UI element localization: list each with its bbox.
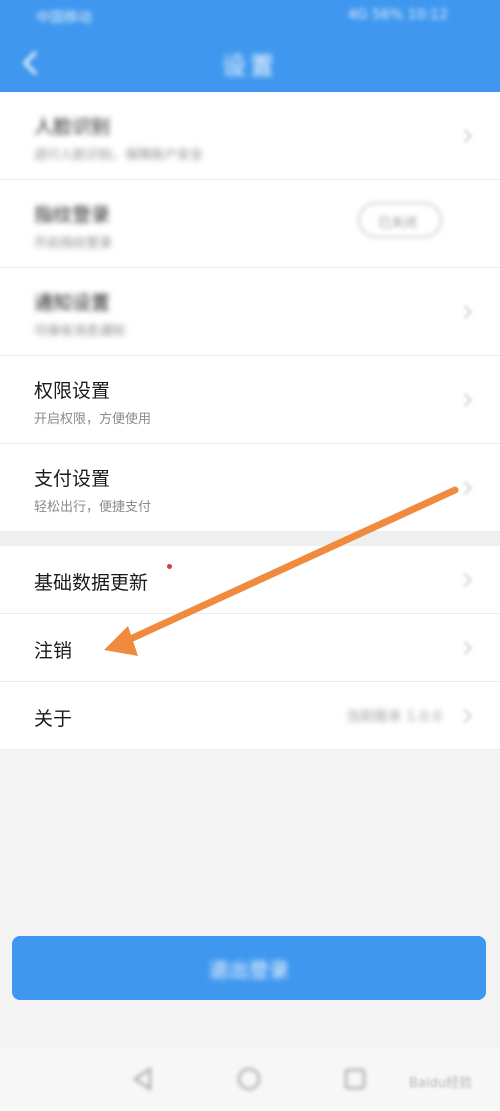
setting-notifications[interactable]: 通知设置 可接收消息通知 (0, 268, 500, 356)
page-title: 设置 (222, 52, 278, 80)
setting-description: 进行人脸识别，保障账户安全 (34, 148, 204, 163)
carrier-text: 中国移动 (36, 10, 92, 26)
setting-description: 轻松出行，便捷支付 (34, 500, 152, 515)
chevron-right-icon (457, 480, 473, 495)
setting-payment[interactable]: 支付设置 轻松出行，便捷支付 (0, 444, 500, 532)
circle-home-icon[interactable] (236, 1066, 262, 1092)
setting-label: 权限设置 (34, 380, 111, 402)
setting-permissions[interactable]: 权限设置 开启权限，方便使用 (0, 356, 500, 444)
fingerprint-toggle[interactable]: 已关闭 (358, 202, 442, 238)
settings-section-main: 人脸识别 进行人脸识别，保障账户安全 指纹登录 开启指纹登录 已关闭 通知设置 … (0, 92, 500, 532)
setting-description: 开启指纹登录 (34, 236, 113, 251)
watermark: Baidu经验 (409, 1076, 472, 1091)
chevron-right-icon (457, 392, 473, 407)
logout-button[interactable]: 退出登录 (12, 936, 486, 1000)
chevron-right-icon (457, 304, 473, 319)
setting-label: 支付设置 (34, 468, 111, 490)
square-recent-icon[interactable] (342, 1066, 368, 1092)
section-divider (0, 532, 500, 546)
toggle-label: 已关闭 (378, 216, 418, 231)
setting-logout[interactable]: 注销 (0, 614, 500, 682)
setting-fingerprint-login[interactable]: 指纹登录 开启指纹登录 已关闭 (0, 180, 500, 268)
setting-data-update[interactable]: 基础数据更新 (0, 546, 500, 614)
chevron-right-icon (457, 708, 473, 723)
chevron-right-icon (457, 128, 473, 143)
setting-label: 注销 (34, 640, 73, 662)
setting-description: 开启权限，方便使用 (34, 412, 152, 427)
setting-label: 基础数据更新 (34, 572, 149, 594)
app-header: 中国移动 4G 56% 10:12 设置 (0, 0, 500, 92)
setting-label: 指纹登录 (34, 204, 111, 226)
status-indicators: 4G 56% 10:12 (347, 7, 448, 23)
setting-label: 关于 (34, 708, 73, 730)
logout-button-label: 退出登录 (209, 958, 289, 982)
status-bar: 中国移动 4G 56% 10:12 (0, 0, 500, 34)
setting-about[interactable]: 关于 当前版本 1.0.0 (0, 682, 500, 750)
settings-list: 人脸识别 进行人脸识别，保障账户安全 指纹登录 开启指纹登录 已关闭 通知设置 … (0, 92, 500, 750)
system-navigation-bar: Baidu经验 (0, 1048, 500, 1111)
chevron-right-icon (457, 640, 473, 655)
navigation-bar: 设置 (0, 34, 500, 92)
setting-description: 可接收消息通知 (34, 324, 126, 339)
setting-face-recognition[interactable]: 人脸识别 进行人脸识别，保障账户安全 (0, 92, 500, 180)
setting-label: 人脸识别 (34, 116, 111, 138)
chevron-right-icon (457, 572, 473, 587)
triangle-back-icon[interactable] (130, 1066, 156, 1092)
setting-label: 通知设置 (34, 292, 111, 314)
settings-section-misc: 基础数据更新 注销 关于 当前版本 1.0.0 (0, 546, 500, 750)
version-text: 当前版本 1.0.0 (345, 709, 442, 725)
update-badge (167, 564, 172, 569)
